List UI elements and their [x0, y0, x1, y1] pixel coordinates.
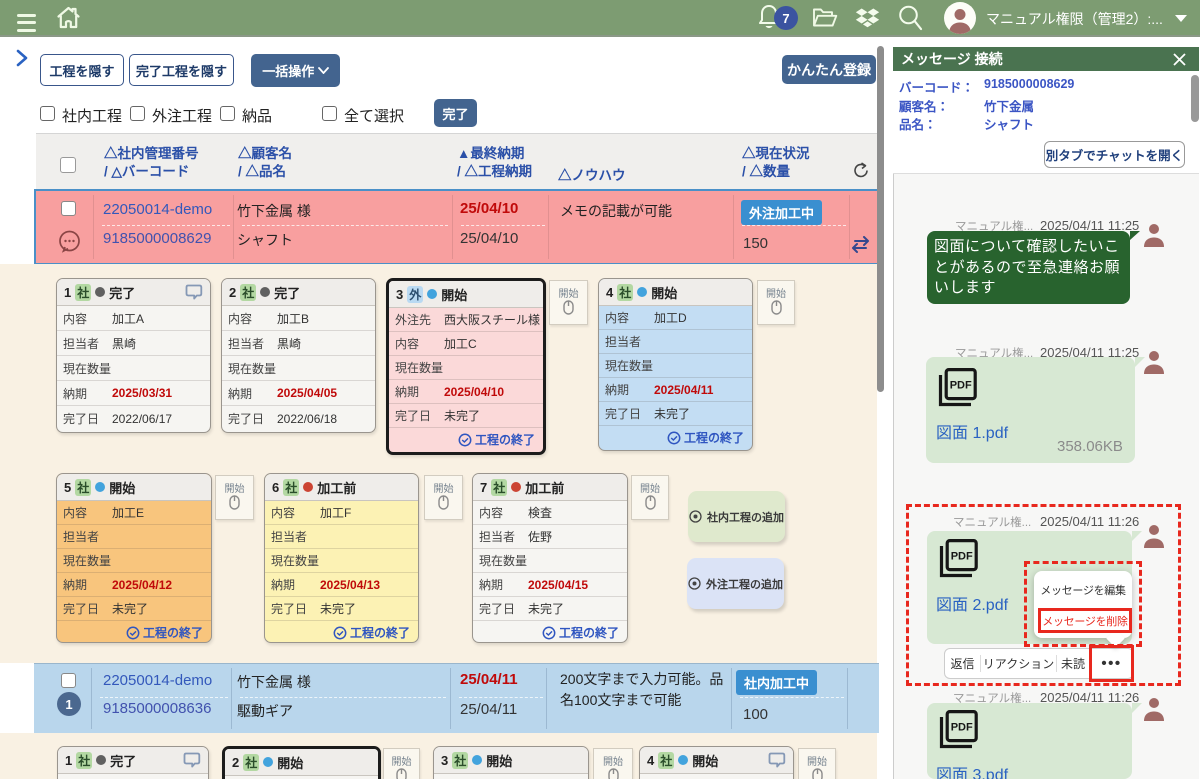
svg-text:PDF: PDF	[951, 722, 973, 734]
svg-text:PDF: PDF	[950, 380, 972, 392]
